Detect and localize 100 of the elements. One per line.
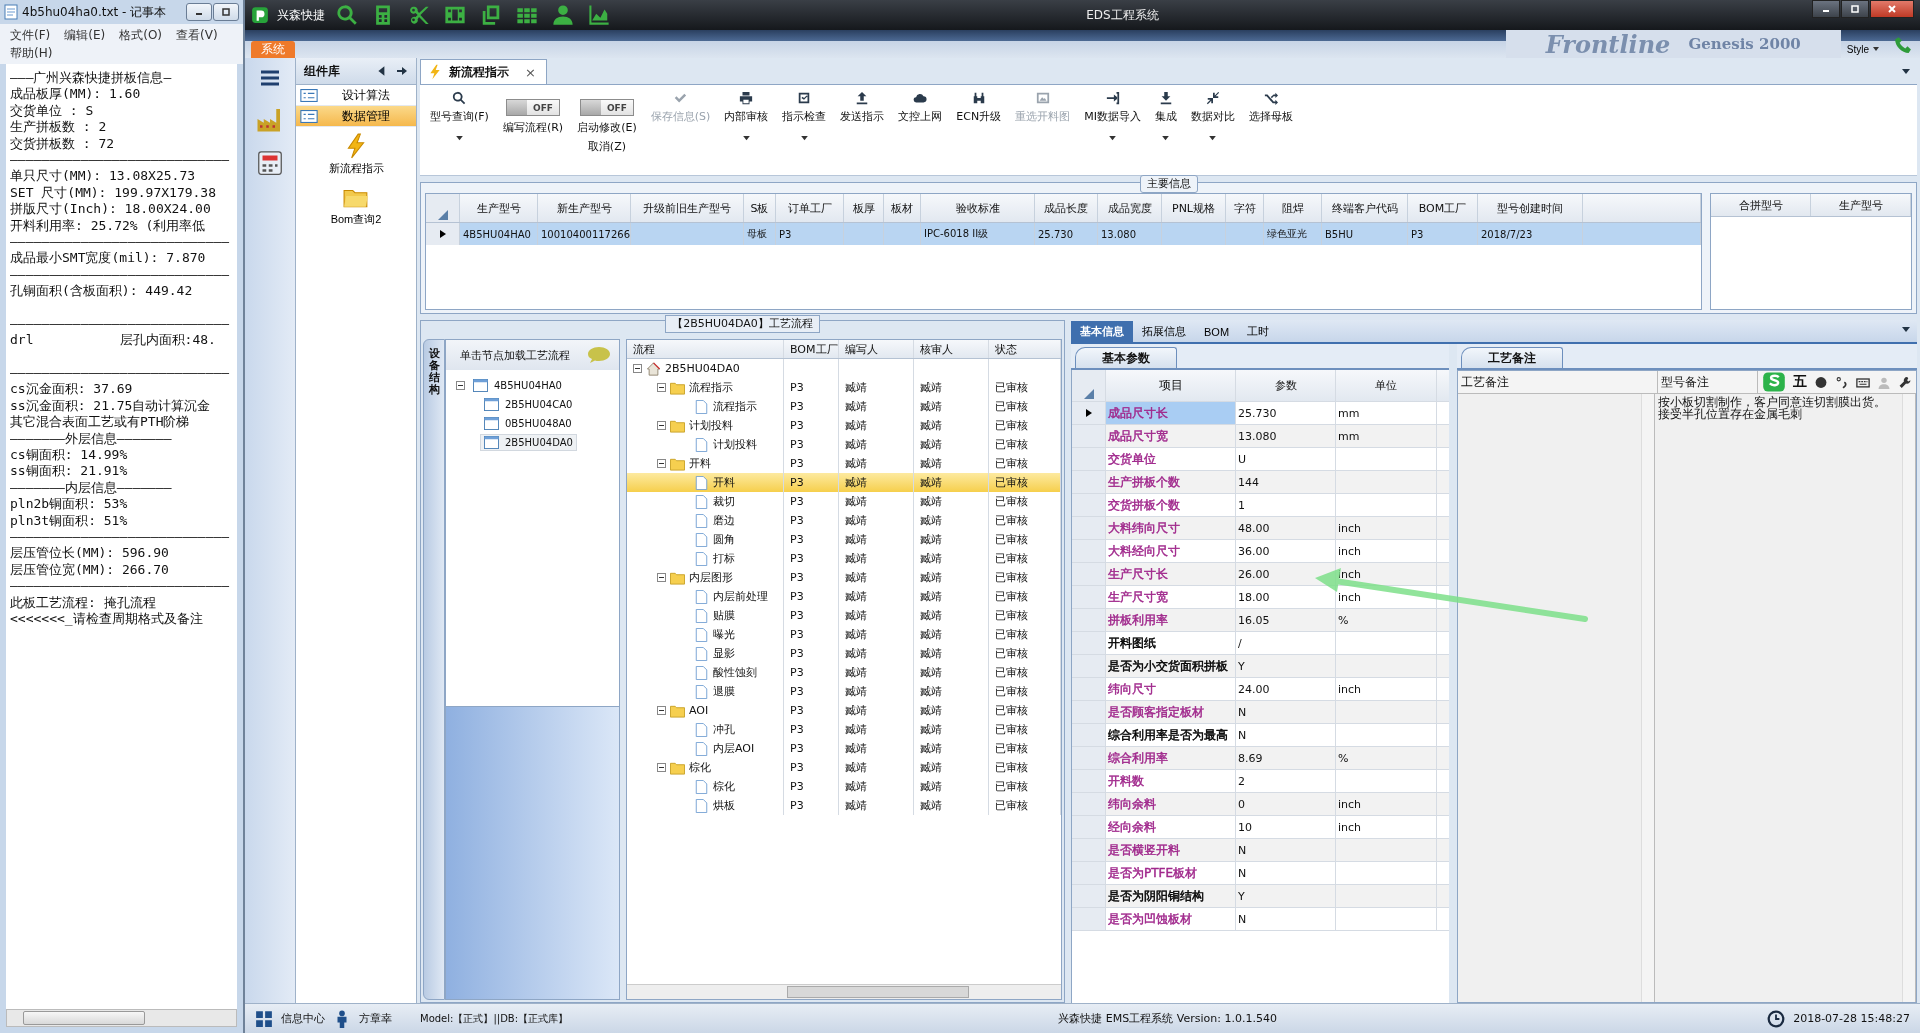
toolbar-button[interactable]: 集成 <box>1154 91 1177 141</box>
film-icon[interactable] <box>444 4 466 26</box>
close-tab-button[interactable]: × <box>525 64 536 80</box>
pin-icon[interactable] <box>396 65 408 77</box>
table-row[interactable]: 曝光 P3 臧靖 臧靖 已审核 <box>627 625 1061 644</box>
column-header[interactable]: 参数 <box>1236 370 1336 401</box>
maximize-button[interactable] <box>1841 0 1869 18</box>
tree-item[interactable]: 2B5HU04CA0 <box>480 396 577 413</box>
sub-tab[interactable]: 基本参数 <box>1075 347 1177 368</box>
table-row[interactable]: 开料 P3 臧靖 臧靖 已审核 <box>627 473 1061 492</box>
vertical-scrollbar[interactable] <box>1902 394 1915 1002</box>
table-row[interactable]: 2B5HU04DA0 <box>627 359 1061 378</box>
toolbar-button[interactable]: ECN升级 <box>956 91 1002 124</box>
punctuation-icon[interactable] <box>1835 375 1849 389</box>
moon-icon[interactable] <box>1814 375 1828 389</box>
table-row[interactable]: 裁切 P3 臧靖 臧靖 已审核 <box>627 492 1061 511</box>
column-header[interactable]: 验收标准 <box>921 194 1035 222</box>
table-row[interactable]: 流程指示 P3 臧靖 臧靖 已审核 <box>627 397 1061 416</box>
menu-item[interactable]: 文件(F) <box>10 26 51 44</box>
table-row[interactable]: 内层图形 P3 臧靖 臧靖 已审核 <box>627 568 1061 587</box>
menu-item[interactable]: 查看(V) <box>176 26 218 44</box>
column-header[interactable]: S板 <box>744 194 776 222</box>
keyboard-icon[interactable] <box>1856 375 1870 389</box>
table-row[interactable]: 4B5HU04HA0 10010400117266 母板 P3 IPC-6018 II级 25.730 13.080 绿色亚光 B5HU P3 2018/7/23 <box>426 223 1701 245</box>
sub-tab[interactable]: 工艺备注 <box>1461 347 1563 368</box>
table-row[interactable]: 综合利用率 8.69 % <box>1072 747 1449 770</box>
maximize-button[interactable] <box>213 3 239 21</box>
tree-item[interactable]: 2B5HU04DA0 <box>480 434 577 451</box>
expander-icon[interactable] <box>456 381 465 390</box>
menu-item[interactable]: 编辑(E) <box>64 26 106 44</box>
status-text[interactable]: 信息中心 <box>281 1011 325 1026</box>
toolbar-button[interactable]: 发送指示 <box>840 91 885 124</box>
column-header[interactable]: 终端客户代码 <box>1322 194 1408 222</box>
vertical-scrollbar[interactable] <box>1641 394 1654 1002</box>
column-header[interactable]: 生产型号 <box>1811 194 1911 216</box>
table-row[interactable]: 显影 P3 臧靖 臧靖 已审核 <box>627 644 1061 663</box>
column-header[interactable]: 编写人 <box>839 340 914 358</box>
tab[interactable]: 基本信息 <box>1071 321 1133 342</box>
minimize-button[interactable] <box>1812 0 1840 18</box>
table-row[interactable]: 计划投料 P3 臧靖 臧靖 已审核 <box>627 416 1061 435</box>
toolbar-button[interactable]: 选择母板 <box>1248 91 1293 124</box>
component-item[interactable]: 数据管理 <box>296 106 416 127</box>
tab[interactable]: 拓展信息 <box>1133 321 1195 342</box>
table-row[interactable]: 大料纬向尺寸 48.00 inch <box>1072 517 1449 540</box>
toolbar-button[interactable]: MI数据导入 <box>1084 91 1141 141</box>
menu-item[interactable]: 格式(O) <box>119 26 163 44</box>
ime-logo-icon[interactable] <box>1762 371 1786 393</box>
column-header[interactable]: 升级前旧生产型号 <box>631 194 744 222</box>
column-header[interactable]: 型号创建时间 <box>1478 194 1583 222</box>
column-header[interactable]: 成品长度 <box>1035 194 1098 222</box>
launcher[interactable]: Bom查询2 <box>296 178 416 229</box>
table-row[interactable]: 成品尺寸宽 13.080 mm <box>1072 425 1449 448</box>
column-header[interactable]: 项目 <box>1106 370 1236 401</box>
toggle-switch[interactable]: OFF <box>579 99 634 116</box>
column-header[interactable]: 核审人 <box>914 340 989 358</box>
grid-icon[interactable] <box>255 1009 273 1028</box>
column-header[interactable]: 流程 <box>627 340 784 358</box>
column-header[interactable]: 阻焊 <box>1264 194 1322 222</box>
table-row[interactable]: AOI P3 臧靖 臧靖 已审核 <box>627 701 1061 720</box>
launcher[interactable]: 新流程指示 <box>296 127 416 178</box>
toolbar-button[interactable]: 文控上网 <box>898 91 943 124</box>
table-row[interactable]: 冲孔 P3 臧靖 臧靖 已审核 <box>627 720 1061 739</box>
column-header[interactable]: 成品宽度 <box>1098 194 1162 222</box>
table-row[interactable]: 圆角 P3 臧靖 臧靖 已审核 <box>627 530 1061 549</box>
style-menu[interactable]: Style <box>1840 40 1886 58</box>
table-row[interactable]: 纬向余料 0 inch <box>1072 793 1449 816</box>
table-row[interactable]: 磨边 P3 臧靖 臧靖 已审核 <box>627 511 1061 530</box>
close-button[interactable] <box>1870 0 1914 18</box>
expander-icon[interactable] <box>657 421 666 430</box>
phone-icon[interactable] <box>1894 36 1912 54</box>
table-row[interactable]: 棕化 P3 臧靖 臧靖 已审核 <box>627 777 1061 796</box>
wrench-icon[interactable] <box>1898 375 1912 389</box>
table-row[interactable]: 是否横竖开料 N <box>1072 839 1449 862</box>
horizontal-scrollbar[interactable] <box>627 984 1061 999</box>
column-header[interactable]: 工艺备注 <box>1458 371 1658 393</box>
table-row[interactable]: 内层AOI P3 臧靖 臧靖 已审核 <box>627 739 1061 758</box>
table-row[interactable]: 内层前处理 P3 臧靖 臧靖 已审核 <box>627 587 1061 606</box>
table-row[interactable]: 棕化 P3 臧靖 臧靖 已审核 <box>627 758 1061 777</box>
menu-item[interactable]: 帮助(H) <box>10 44 53 62</box>
tree-item[interactable]: 0B5HU048A0 <box>480 415 576 432</box>
toolbar-button[interactable]: 内部审核 <box>724 91 769 141</box>
expander-icon[interactable] <box>657 459 666 468</box>
column-header[interactable]: BOM工厂 <box>784 340 839 358</box>
table-row[interactable]: 烘板 P3 臧靖 臧靖 已审核 <box>627 796 1061 815</box>
column-header[interactable]: 生产型号 <box>460 194 538 222</box>
expander-icon[interactable] <box>657 763 666 772</box>
column-header[interactable]: 订单工厂 <box>776 194 844 222</box>
table-row[interactable]: 是否为阴阳铜结构 Y <box>1072 885 1449 908</box>
toolbar-button[interactable]: 型号查询(F) <box>430 91 489 141</box>
dropdown-icon[interactable] <box>1901 66 1911 76</box>
tree-item[interactable]: 4B5HU04HA0 <box>469 377 566 394</box>
table-row[interactable]: 贴膜 P3 臧靖 臧靖 已审核 <box>627 606 1061 625</box>
tab[interactable]: BOM <box>1195 321 1239 342</box>
table-row[interactable]: 是否为小交货面积拼板 Y <box>1072 655 1449 678</box>
column-header[interactable]: 单位 <box>1336 370 1437 401</box>
table-row[interactable]: 计划投料 P3 臧靖 臧靖 已审核 <box>627 435 1061 454</box>
expander-icon[interactable] <box>633 364 642 373</box>
toggle-switch[interactable]: OFF <box>506 99 561 116</box>
column-header[interactable]: 字符 <box>1226 194 1264 222</box>
expander-icon[interactable] <box>657 383 666 392</box>
